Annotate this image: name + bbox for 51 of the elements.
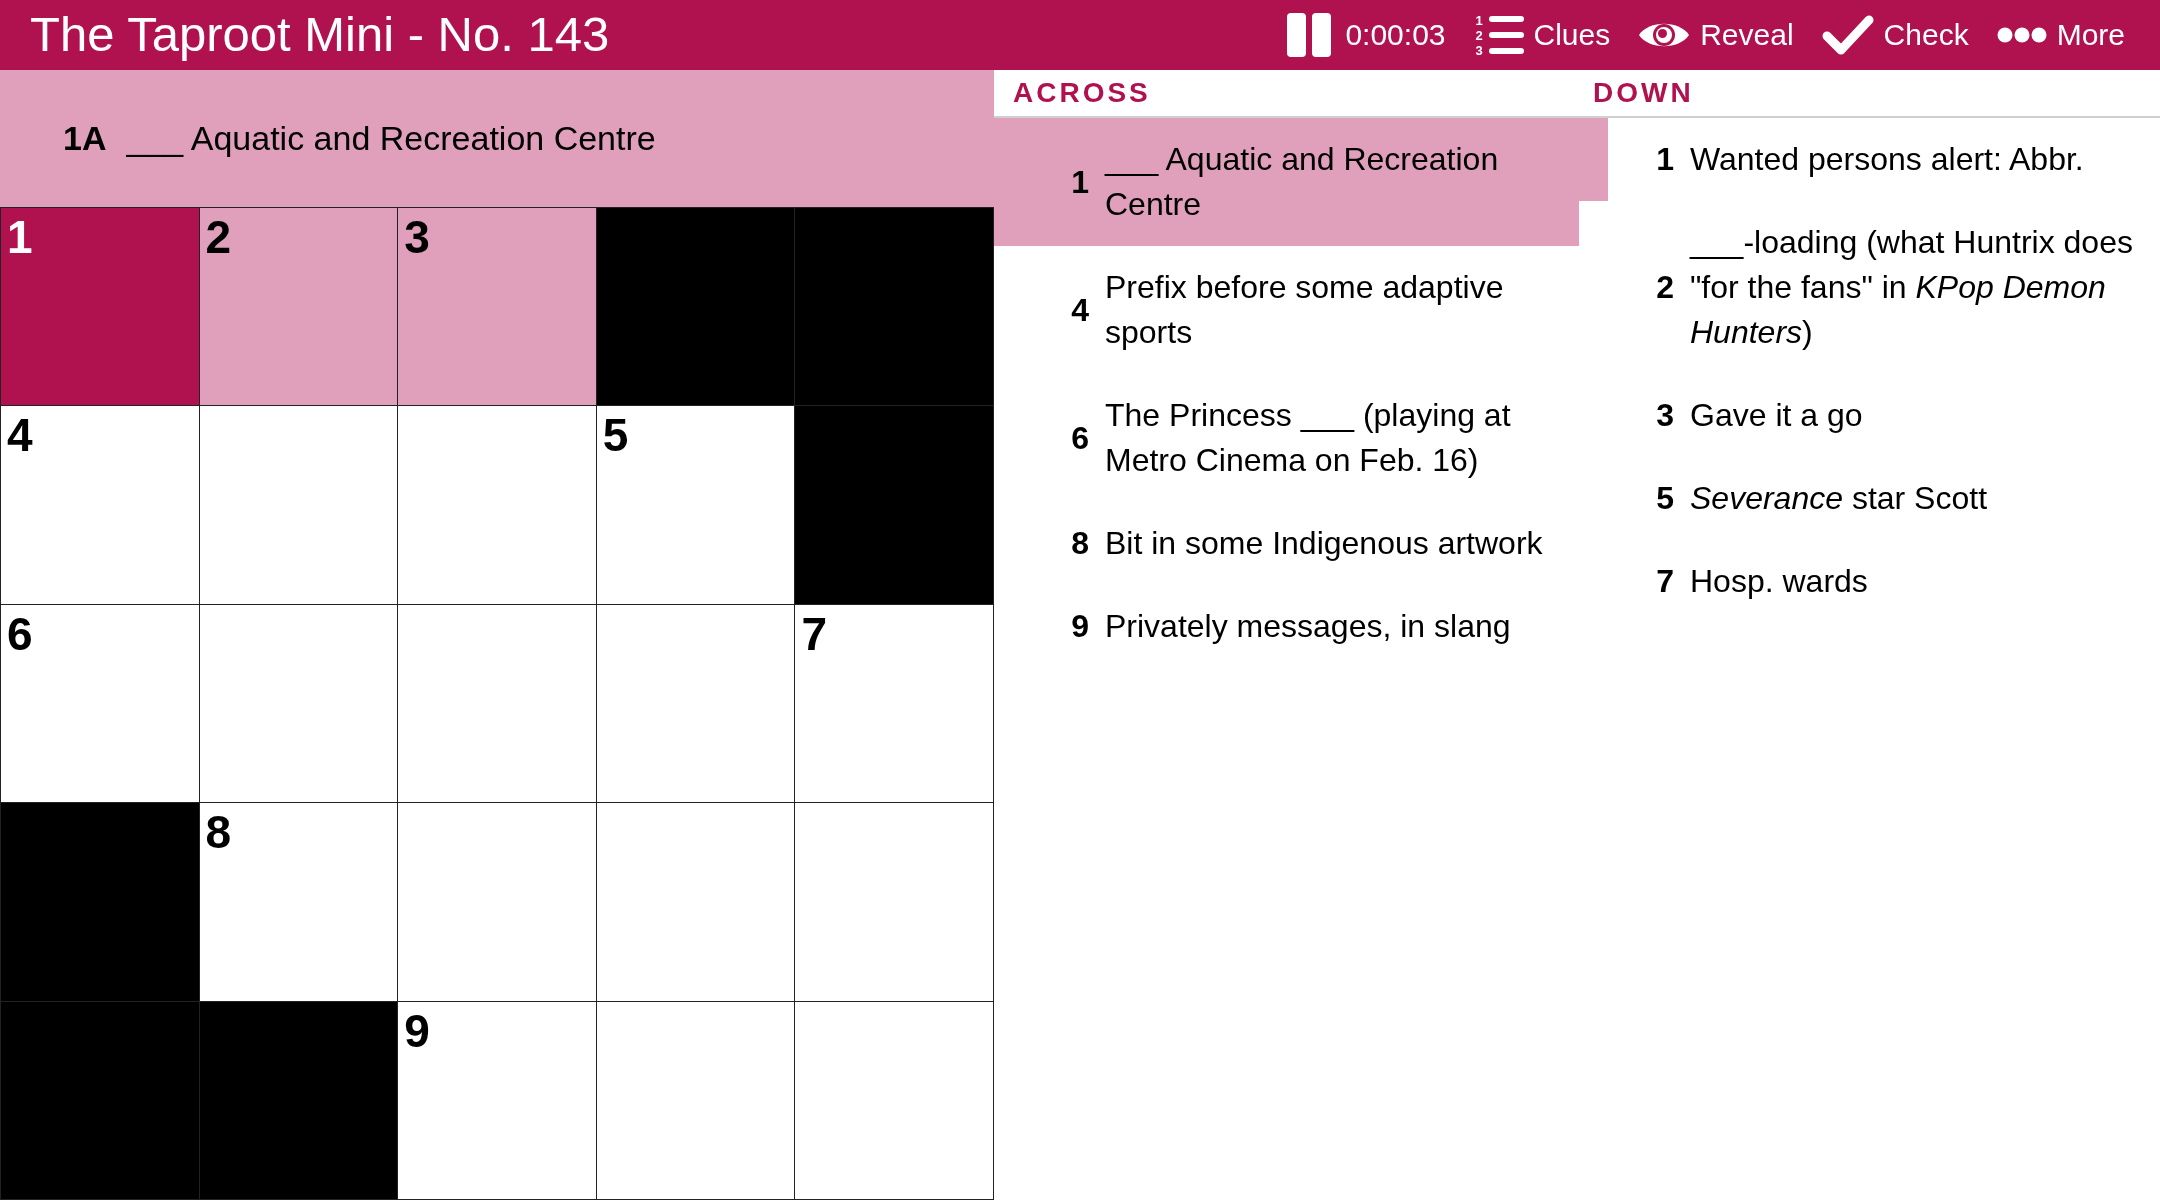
clue-item[interactable]: 4 Prefix before some adaptive sports <box>994 246 1579 374</box>
grid-square[interactable] <box>199 604 398 803</box>
square-number: 1 <box>7 214 33 260</box>
grid-square[interactable]: 4 <box>1 406 199 604</box>
ellipsis-icon <box>1996 27 2047 43</box>
check-button[interactable]: Check <box>1821 14 1969 56</box>
square-number: 8 <box>205 809 232 856</box>
clue-item[interactable]: 6 The Princess ___ (playing at Metro Cinema on Feb. 16) <box>994 374 1579 502</box>
square-number: 3 <box>404 214 430 260</box>
square-number: 4 <box>7 412 33 459</box>
grid-square[interactable]: 9 <box>398 1001 596 1199</box>
clues-button[interactable]: 1 2 3 Clues <box>1473 13 1611 57</box>
square-number: 2 <box>205 214 232 260</box>
grid-square[interactable]: 8 <box>199 803 398 1001</box>
square-number: 5 <box>602 412 629 459</box>
grid-square[interactable] <box>199 406 398 604</box>
pause-icon <box>1287 13 1332 57</box>
grid-square[interactable] <box>398 803 596 1001</box>
clue-text: ___ Aquatic and Recreation Centre <box>126 118 656 159</box>
clue-item[interactable]: 5 Severance star Scott <box>1579 457 2160 540</box>
square-number: 7 <box>801 610 827 657</box>
clue-item[interactable]: 3 Gave it a go <box>1579 374 2160 457</box>
puzzle-title: The Taproot Mini - No. 143 <box>30 8 610 62</box>
pause-button[interactable] <box>1287 13 1332 57</box>
more-button[interactable]: More <box>1996 17 2125 53</box>
grid-square[interactable]: 7 <box>795 604 993 803</box>
clue-item[interactable]: 1 ___ Aquatic and Recreation Centre <box>994 118 1579 246</box>
grid-square[interactable] <box>596 604 795 803</box>
grid-square[interactable] <box>795 803 993 1001</box>
timer-text: 0:00:03 <box>1345 17 1446 53</box>
reveal-button[interactable]: Reveal <box>1638 17 1794 53</box>
square-number: 9 <box>404 1007 430 1054</box>
clue-item[interactable]: 8 Bit in some Indigenous artwork <box>994 502 1579 585</box>
clue-number: 1A <box>63 118 107 159</box>
grid-square[interactable]: 2 <box>199 208 398 406</box>
grid-square[interactable]: 3 <box>398 208 596 406</box>
grid-square[interactable] <box>398 406 596 604</box>
checkmark-icon <box>1821 14 1874 56</box>
square-number: 6 <box>7 610 33 657</box>
clue-item[interactable]: 7 Hosp. wards <box>1579 540 2160 623</box>
clue-item[interactable]: 2 ___-loading (what Huntrix does "for the fans" in KPop Demon Hunters) <box>1579 201 2160 374</box>
grid-square[interactable]: 5 <box>596 406 795 604</box>
grid-square[interactable] <box>795 1001 993 1199</box>
grid-square[interactable]: 1 <box>1 208 199 406</box>
clue-item[interactable]: 1 Wanted persons alert: Abbr. <box>1579 118 2160 201</box>
clue-item[interactable]: 9 Privately messages, in slang <box>994 585 1579 668</box>
grid-square[interactable] <box>596 1001 795 1199</box>
grid-square[interactable] <box>596 803 795 1001</box>
grid-square[interactable] <box>398 604 596 803</box>
grid-square[interactable]: 6 <box>1 604 199 803</box>
section-heading: DOWN <box>1579 70 2160 118</box>
